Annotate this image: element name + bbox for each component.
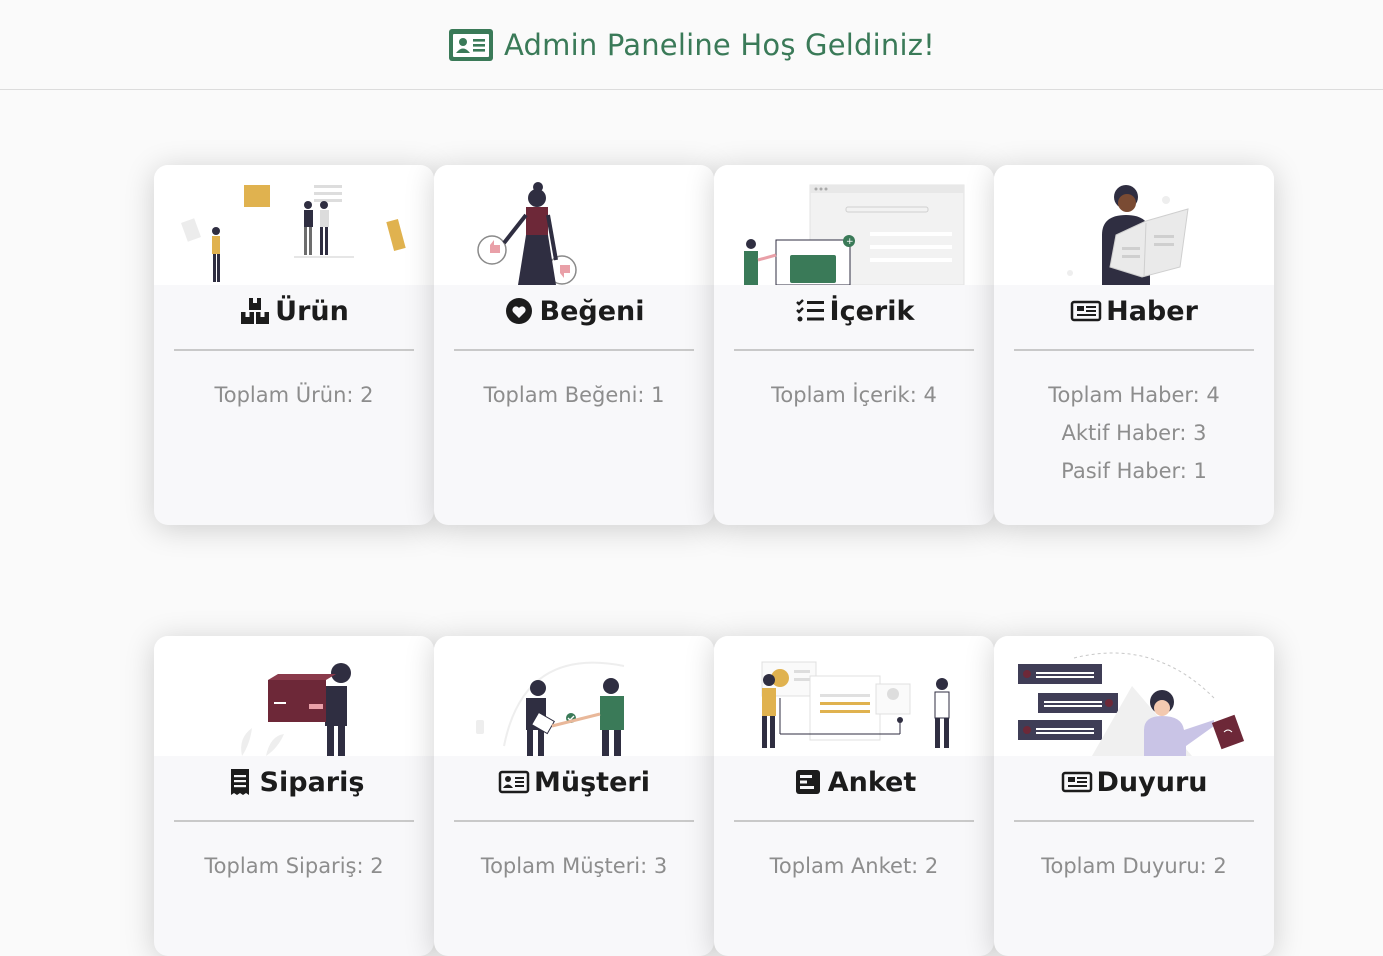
- card-illustration: [994, 636, 1274, 756]
- card-title-label: Anket: [827, 766, 917, 798]
- stat-total: Toplam Haber: 4: [1048, 383, 1220, 407]
- card-title-label: Müşteri: [534, 766, 650, 798]
- card-title: Duyuru: [994, 756, 1274, 808]
- card-title: Müşteri: [434, 756, 714, 808]
- card-title: Sipariş: [154, 756, 434, 808]
- card-title: Ürün: [154, 285, 434, 337]
- page-title: Admin Paneline Hoş Geldiniz!: [504, 27, 935, 62]
- checklist-icon: [795, 299, 824, 322]
- card-stats: Toplam Ürün: 2: [154, 351, 434, 414]
- stat-total: Toplam Müşteri: 3: [480, 854, 668, 878]
- stat-total: Toplam Anket: 2: [769, 854, 939, 878]
- card-title: Beğeni: [434, 285, 714, 337]
- stat-total: Toplam Duyuru: 2: [1041, 854, 1227, 878]
- page-header: Admin Paneline Hoş Geldiniz!: [0, 0, 1383, 90]
- card-illustration: [714, 636, 994, 756]
- card-stats: Toplam Duyuru: 2: [994, 822, 1274, 885]
- card-illustration: [434, 636, 714, 756]
- card-stats: Toplam Sipariş: 2: [154, 822, 434, 885]
- card-illustration: [154, 636, 434, 756]
- stat-active: Aktif Haber: 3: [1061, 421, 1207, 445]
- svg-text:+: +: [846, 237, 854, 247]
- newspaper-icon: [1061, 771, 1092, 793]
- card-musteri[interactable]: Müşteri Toplam Müşteri: 3: [434, 636, 714, 956]
- card-icerik[interactable]: + İçerik Toplam İçerik: 4: [714, 165, 994, 525]
- receipt-icon: [230, 769, 249, 795]
- stat-total: Toplam İçerik: 4: [771, 383, 937, 407]
- card-title-label: Sipariş: [259, 766, 365, 798]
- card-title-label: Haber: [1106, 295, 1198, 327]
- card-stats: Toplam Anket: 2: [714, 822, 994, 885]
- stat-total: Toplam Beğeni: 1: [483, 383, 665, 407]
- id-card-icon: [449, 28, 493, 61]
- card-title-label: Duyuru: [1096, 766, 1208, 798]
- card-illustration: [994, 165, 1274, 285]
- card-anket[interactable]: Anket Toplam Anket: 2: [714, 636, 994, 956]
- card-illustration: +: [714, 165, 994, 285]
- card-siparis[interactable]: Sipariş Toplam Sipariş: 2: [154, 636, 434, 956]
- stat-total: Toplam Sipariş: 2: [204, 854, 384, 878]
- card-title: Anket: [714, 756, 994, 808]
- card-urun[interactable]: Ürün Toplam Ürün: 2: [154, 165, 434, 525]
- boxes-icon: [241, 298, 270, 324]
- card-illustration: [154, 165, 434, 285]
- newspaper-icon: [1070, 300, 1102, 322]
- card-title-label: İçerik: [829, 295, 915, 327]
- card-stats: Toplam Müşteri: 3: [434, 822, 714, 885]
- id-card-icon: [498, 770, 530, 794]
- card-stats: Toplam İçerik: 4: [714, 351, 994, 414]
- card-title-label: Beğeni: [539, 295, 645, 327]
- card-stats: Toplam Beğeni: 1: [434, 351, 714, 414]
- card-haber[interactable]: Haber Toplam Haber: 4 Aktif Haber: 3 Pas…: [994, 165, 1274, 525]
- card-title: Haber: [994, 285, 1274, 337]
- poll-icon: [795, 770, 820, 794]
- card-illustration: [434, 165, 714, 285]
- stat-passive: Pasif Haber: 1: [1061, 459, 1207, 483]
- stat-total: Toplam Ürün: 2: [214, 383, 374, 407]
- card-title: İçerik: [714, 285, 994, 337]
- heart-circle-icon: [506, 298, 533, 324]
- card-title-label: Ürün: [275, 295, 349, 327]
- card-begeni[interactable]: Beğeni Toplam Beğeni: 1: [434, 165, 714, 525]
- card-stats: Toplam Haber: 4 Aktif Haber: 3 Pasif Hab…: [994, 351, 1274, 490]
- card-duyuru[interactable]: Duyuru Toplam Duyuru: 2: [994, 636, 1274, 956]
